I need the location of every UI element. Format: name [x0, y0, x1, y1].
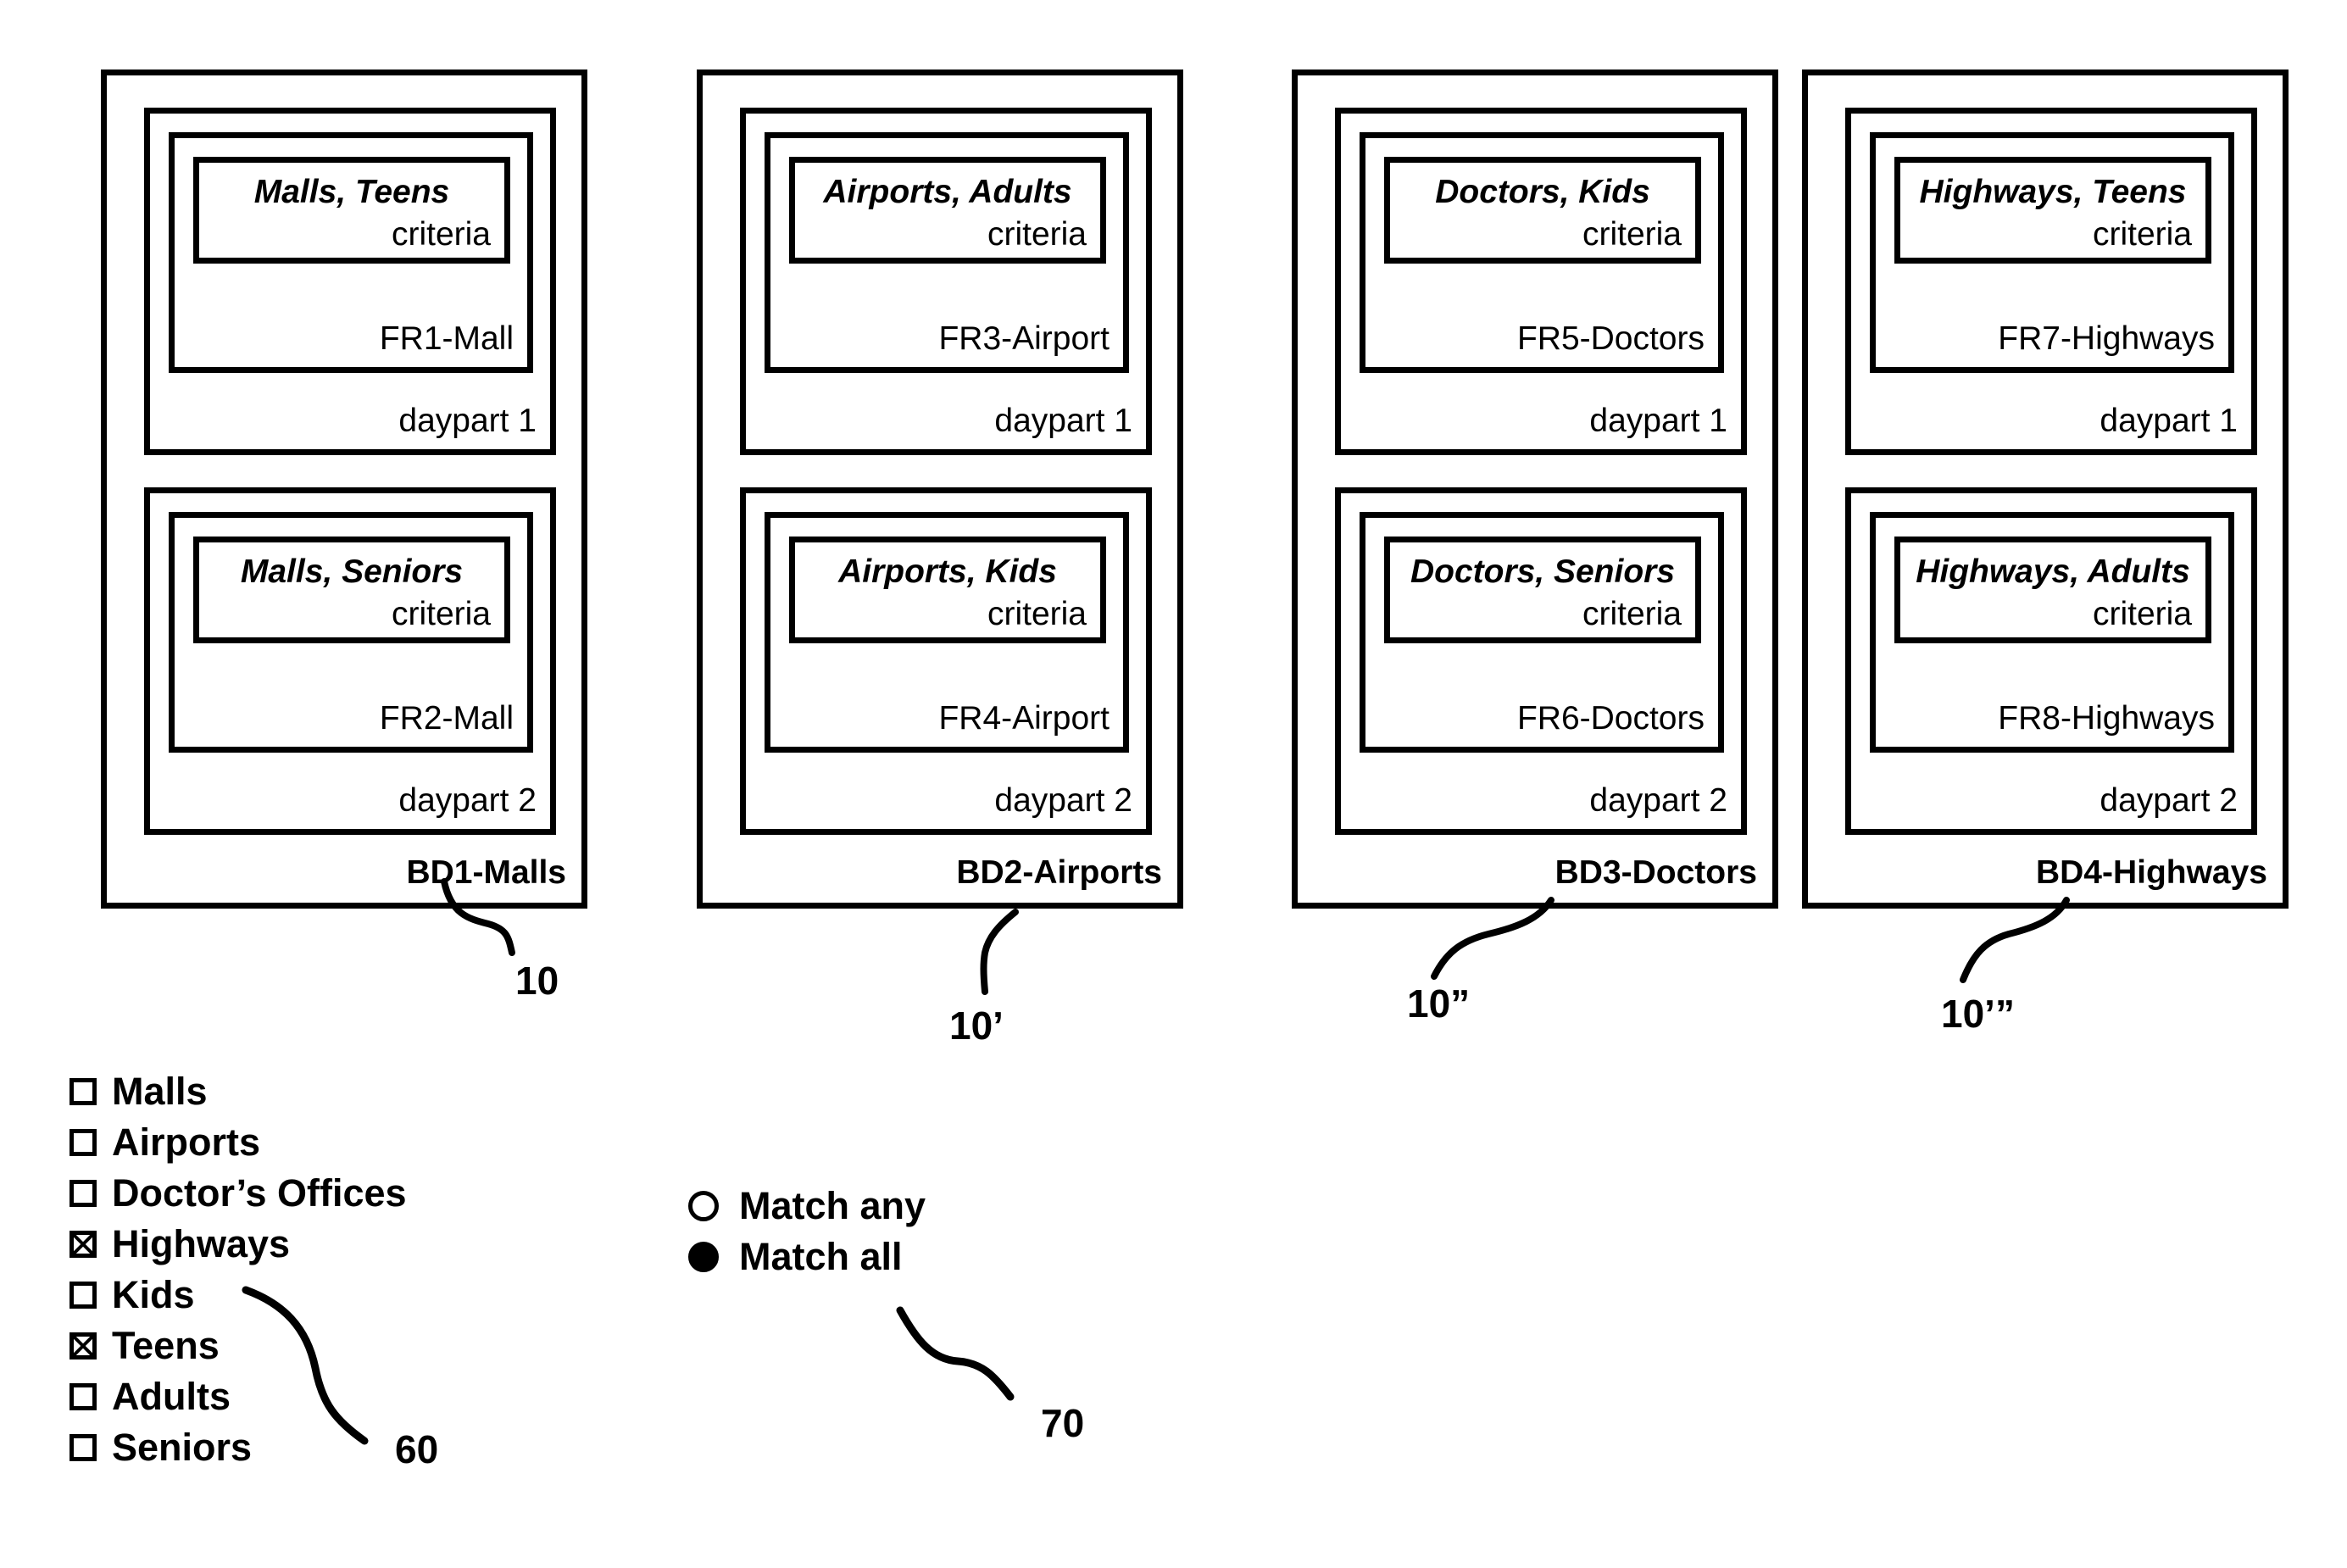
checkbox-label: Airports	[112, 1120, 261, 1164]
checkbox-icon-highways[interactable]	[70, 1231, 97, 1258]
business-definition-box-2[interactable]: Airports, Adults criteria FR3-Airport da…	[697, 70, 1183, 909]
radio-icon-match-all[interactable]	[688, 1242, 719, 1272]
criteria-label: criteria	[987, 216, 1087, 253]
flight-rule-label: FR2-Mall	[379, 700, 514, 737]
checkbox-icon-teens[interactable]	[70, 1332, 97, 1359]
reference-numeral-10-triple-prime: 10’”	[1941, 992, 2015, 1036]
reference-numeral-10: 10	[515, 959, 559, 1003]
daypart-label: daypart 2	[398, 782, 537, 819]
criteria-label: criteria	[1582, 216, 1682, 253]
criteria-title: Doctors, Seniors	[1410, 553, 1676, 590]
checkbox-label: Seniors	[112, 1426, 253, 1469]
flight-rule-box-3-2[interactable]: Doctors, Seniors criteria FR6-Doctors	[1360, 512, 1724, 753]
daypart-label: daypart 2	[1589, 782, 1727, 819]
checkbox-label: Doctor’s Offices	[112, 1171, 407, 1215]
checkbox-label: Highways	[112, 1222, 291, 1265]
criteria-box-1-1[interactable]: Malls, Teens criteria	[193, 157, 510, 264]
daypart-label: daypart 1	[994, 403, 1132, 439]
checkbox-row-malls[interactable]: Malls	[70, 1066, 407, 1117]
daypart-box-4-1[interactable]: Highways, Teens criteria FR7-Highways da…	[1845, 108, 2257, 455]
daypart-box-4-2[interactable]: Highways, Adults criteria FR8-Highways d…	[1845, 487, 2257, 835]
criteria-box-2-1[interactable]: Airports, Adults criteria	[789, 157, 1106, 264]
business-definition-column-4: Highways, Teens criteria FR7-Highways da…	[1802, 70, 2294, 909]
reference-numeral-10-double-prime: 10”	[1407, 981, 1471, 1026]
criteria-label: criteria	[2092, 216, 2192, 253]
criteria-title: Doctors, Kids	[1435, 174, 1650, 210]
checkbox-icon-malls[interactable]	[70, 1078, 97, 1105]
checkbox-label: Kids	[112, 1273, 195, 1316]
flight-rule-box-3-1[interactable]: Doctors, Kids criteria FR5-Doctors	[1360, 132, 1724, 373]
checkbox-icon-airports[interactable]	[70, 1129, 97, 1156]
business-definition-column-2: Airports, Adults criteria FR3-Airport da…	[697, 70, 1188, 909]
daypart-label: daypart 1	[2100, 403, 2238, 439]
criteria-label: criteria	[2092, 596, 2192, 632]
radio-row-match-all[interactable]: Match all	[688, 1232, 926, 1282]
business-definition-box-1[interactable]: Malls, Teens criteria FR1-Mall daypart 1…	[101, 70, 587, 909]
criteria-title: Malls, Teens	[253, 174, 450, 210]
flight-rule-box-4-2[interactable]: Highways, Adults criteria FR8-Highways	[1870, 512, 2234, 753]
checkbox-icon-adults[interactable]	[70, 1383, 97, 1410]
leader-line-10-double-prime	[1431, 897, 1554, 980]
flight-rule-label: FR1-Mall	[379, 320, 514, 357]
flight-rule-label: FR8-Highways	[1998, 700, 2215, 737]
daypart-box-3-2[interactable]: Doctors, Seniors criteria FR6-Doctors da…	[1335, 487, 1747, 835]
checkbox-icon-doctors-offices[interactable]	[70, 1180, 97, 1207]
criteria-box-4-2[interactable]: Highways, Adults criteria	[1894, 537, 2211, 643]
criteria-box-1-2[interactable]: Malls, Seniors criteria	[193, 537, 510, 643]
business-definition-box-3[interactable]: Doctors, Kids criteria FR5-Doctors daypa…	[1292, 70, 1778, 909]
criteria-label: criteria	[1582, 596, 1682, 632]
daypart-box-1-1[interactable]: Malls, Teens criteria FR1-Mall daypart 1	[144, 108, 556, 455]
radio-label: Match all	[739, 1235, 903, 1278]
criteria-label: criteria	[391, 596, 491, 632]
checkbox-label: Adults	[112, 1375, 231, 1418]
flight-rule-box-1-1[interactable]: Malls, Teens criteria FR1-Mall	[169, 132, 533, 373]
radio-icon-match-any[interactable]	[688, 1191, 719, 1221]
flight-rule-label: FR7-Highways	[1998, 320, 2215, 357]
flight-rule-label: FR5-Doctors	[1516, 320, 1705, 357]
checkbox-icon-seniors[interactable]	[70, 1434, 97, 1461]
criteria-box-4-1[interactable]: Highways, Teens criteria	[1894, 157, 2211, 264]
criteria-box-2-2[interactable]: Airports, Kids criteria	[789, 537, 1106, 643]
flight-rule-label: FR4-Airport	[938, 700, 1110, 737]
reference-numeral-70: 70	[1041, 1401, 1085, 1445]
daypart-box-2-2[interactable]: Airports, Kids criteria FR4-Airport dayp…	[740, 487, 1152, 835]
flight-rule-box-4-1[interactable]: Highways, Teens criteria FR7-Highways	[1870, 132, 2234, 373]
checkbox-label: Malls	[112, 1070, 208, 1113]
checkbox-row-highways[interactable]: Highways	[70, 1219, 407, 1270]
daypart-box-2-1[interactable]: Airports, Adults criteria FR3-Airport da…	[740, 108, 1152, 455]
business-definition-column-1: Malls, Teens criteria FR1-Mall daypart 1…	[101, 70, 592, 909]
reference-numeral-10-prime: 10’	[949, 1004, 1004, 1048]
criteria-label: criteria	[391, 216, 491, 253]
criteria-label: criteria	[987, 596, 1087, 632]
criteria-title: Airports, Adults	[823, 174, 1072, 210]
checkbox-row-doctors-offices[interactable]: Doctor’s Offices	[70, 1168, 407, 1219]
radio-label: Match any	[739, 1184, 926, 1227]
criteria-box-3-1[interactable]: Doctors, Kids criteria	[1384, 157, 1701, 264]
daypart-label: daypart 1	[398, 403, 537, 439]
criteria-title: Highways, Adults	[1916, 553, 2190, 590]
flight-rule-box-2-1[interactable]: Airports, Adults criteria FR3-Airport	[765, 132, 1129, 373]
criteria-title: Malls, Seniors	[240, 553, 464, 590]
daypart-label: daypart 2	[994, 782, 1132, 819]
business-definition-box-4[interactable]: Highways, Teens criteria FR7-Highways da…	[1802, 70, 2289, 909]
daypart-box-3-1[interactable]: Doctors, Kids criteria FR5-Doctors daypa…	[1335, 108, 1747, 455]
daypart-label: daypart 2	[2100, 782, 2238, 819]
match-mode-radio-list: Match any Match all	[688, 1181, 926, 1282]
criteria-box-3-2[interactable]: Doctors, Seniors criteria	[1384, 537, 1701, 643]
daypart-label: daypart 1	[1589, 403, 1727, 439]
checkbox-icon-kids[interactable]	[70, 1282, 97, 1309]
flight-rule-box-1-2[interactable]: Malls, Seniors criteria FR2-Mall	[169, 512, 533, 753]
business-definition-column-3: Doctors, Kids criteria FR5-Doctors daypa…	[1292, 70, 1783, 909]
daypart-box-1-2[interactable]: Malls, Seniors criteria FR2-Mall daypart…	[144, 487, 556, 835]
criteria-title: Airports, Kids	[838, 553, 1057, 590]
criteria-title: Highways, Teens	[1919, 174, 2187, 210]
flight-rule-label: FR6-Doctors	[1516, 700, 1705, 737]
checkbox-row-airports[interactable]: Airports	[70, 1117, 407, 1168]
radio-row-match-any[interactable]: Match any	[688, 1181, 926, 1232]
checkbox-label: Teens	[112, 1324, 220, 1367]
flight-rule-label: FR3-Airport	[938, 320, 1110, 357]
business-definitions-row: Malls, Teens criteria FR1-Mall daypart 1…	[0, 70, 2347, 909]
flight-rule-box-2-2[interactable]: Airports, Kids criteria FR4-Airport	[765, 512, 1129, 753]
reference-numeral-60: 60	[395, 1427, 439, 1471]
